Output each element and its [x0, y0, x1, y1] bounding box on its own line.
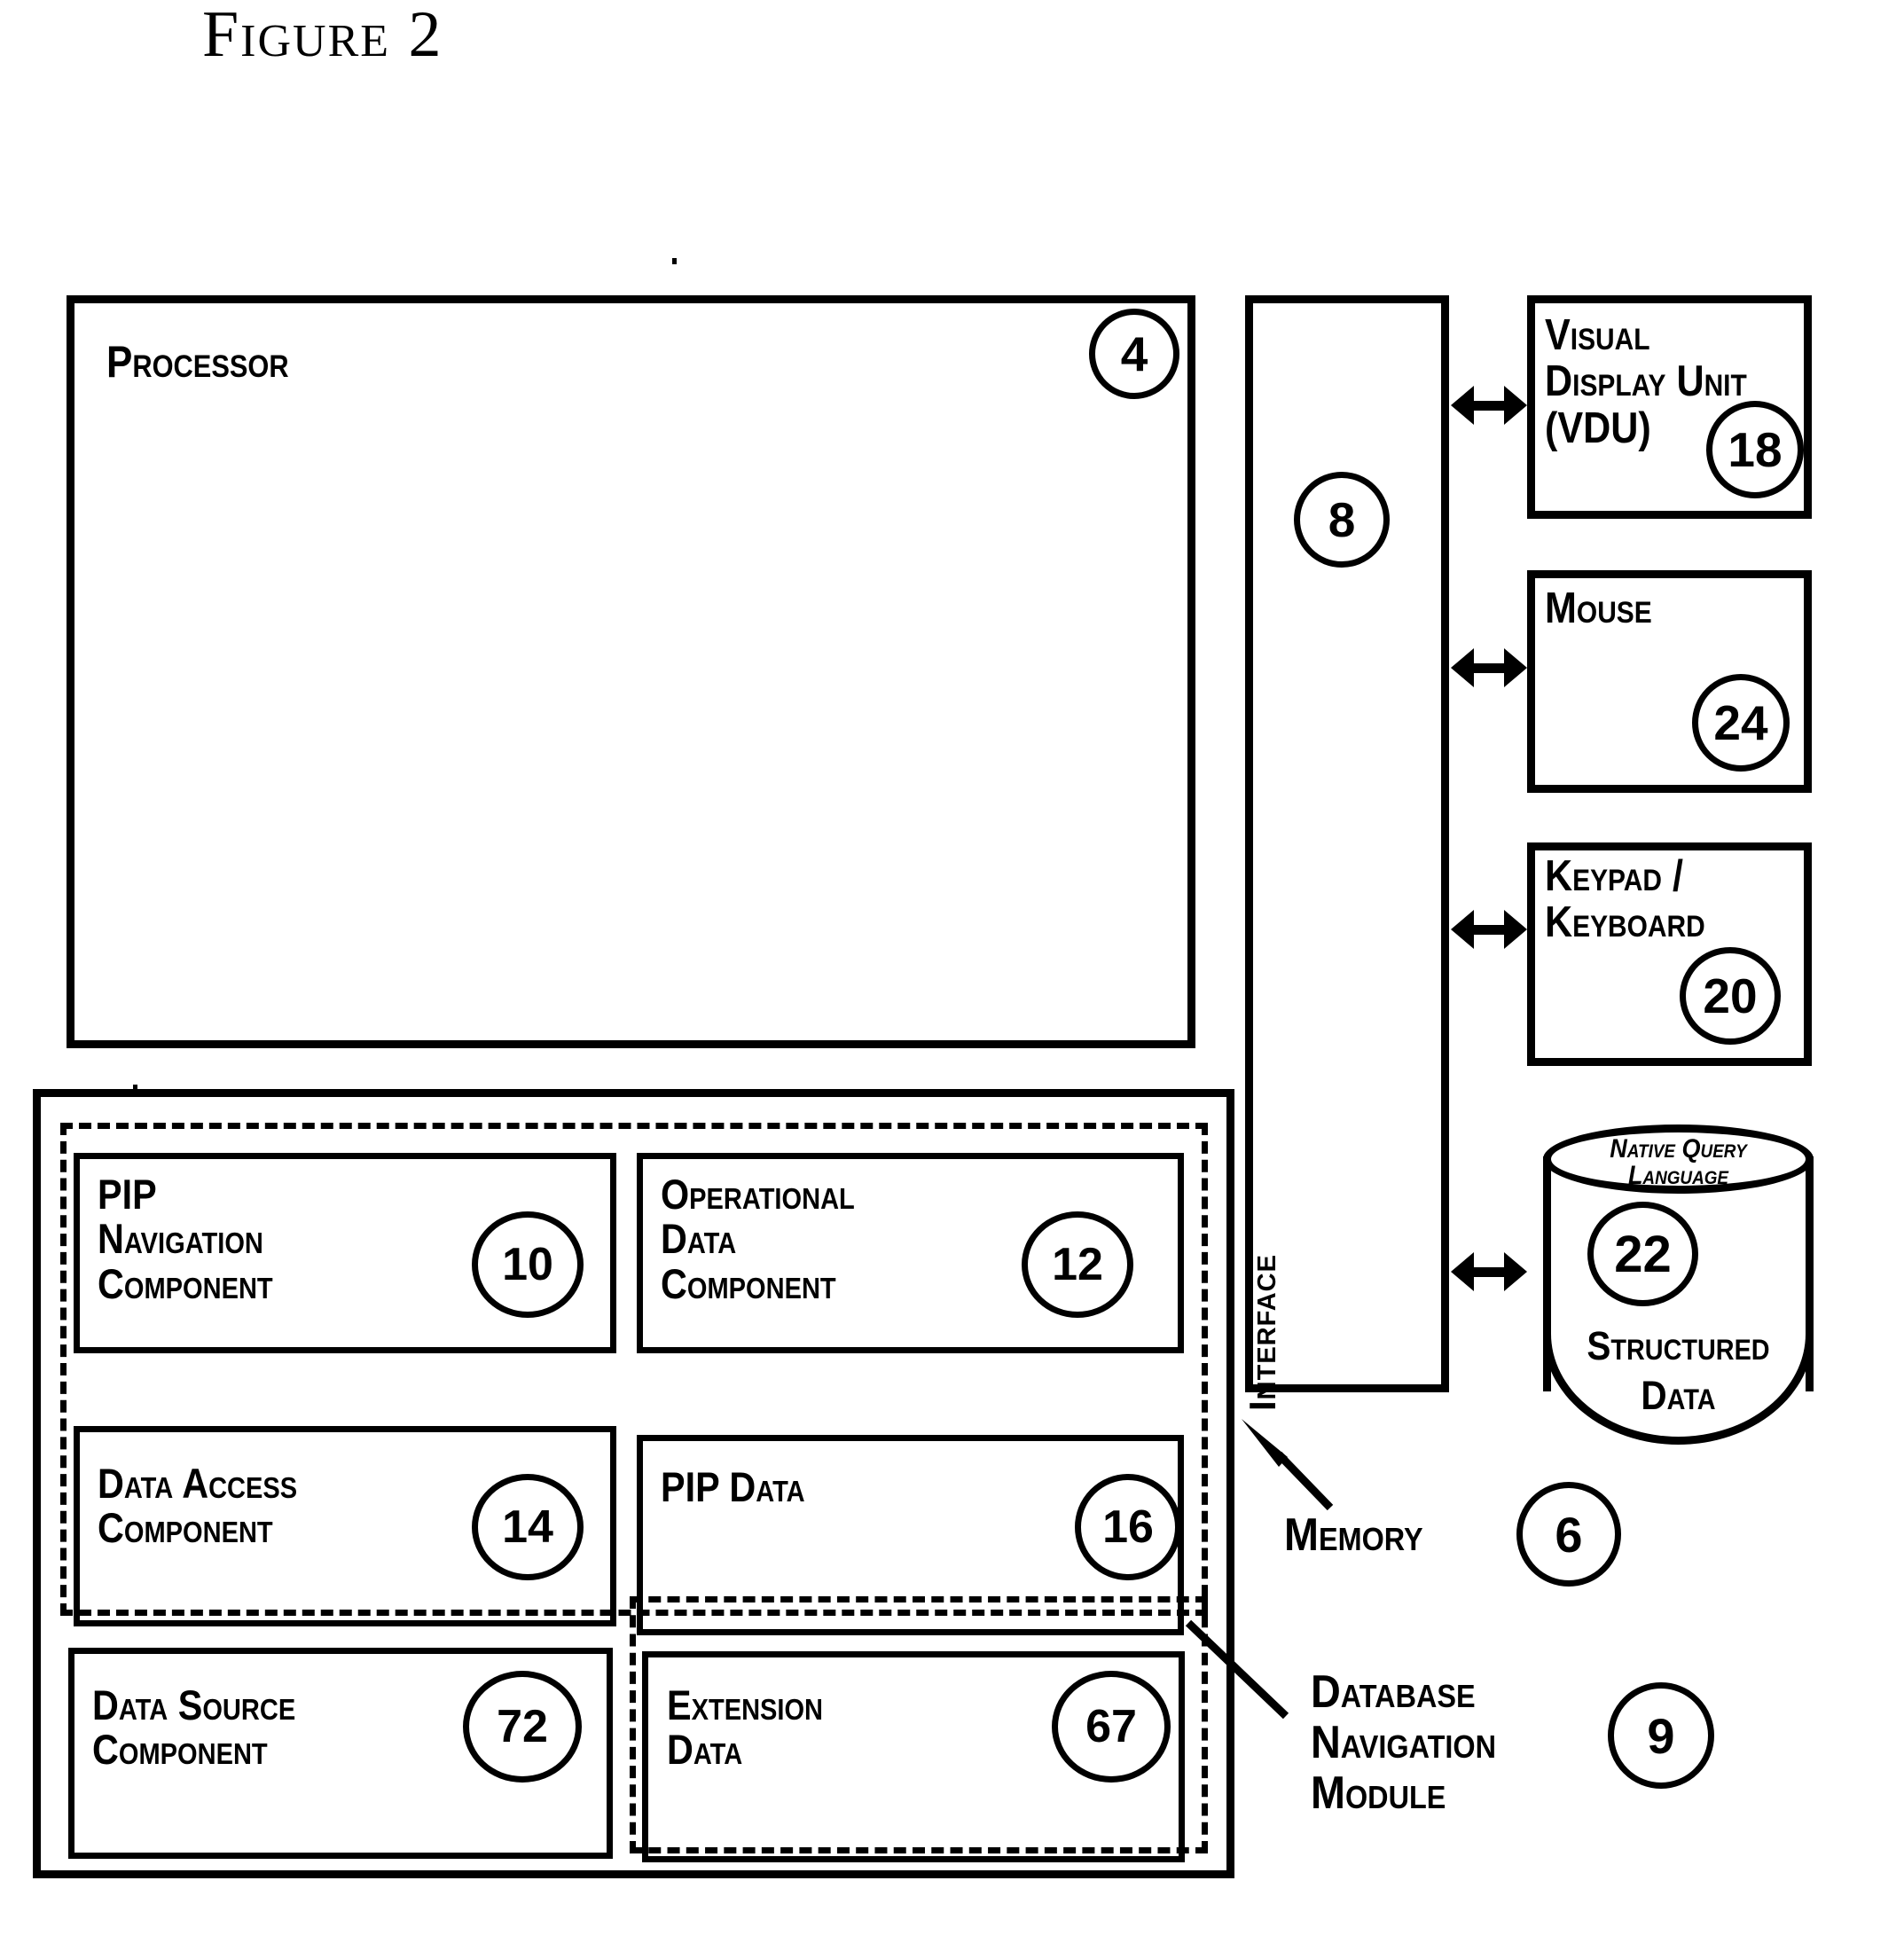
processor-label: Processor	[106, 337, 289, 387]
ref-number: 8	[1328, 492, 1356, 547]
keypad-keyboard-label: Keypad / Keyboard	[1545, 852, 1705, 947]
structured-data-label: Structured Data	[1587, 1323, 1770, 1419]
arrow-head-left	[1451, 910, 1474, 949]
ref-bubble-database-navigation-module: 9	[1608, 1682, 1714, 1789]
arrow-head-right	[1504, 910, 1527, 949]
arrow-interface-database	[1451, 1252, 1527, 1291]
ref-bubble-structured-data: 22	[1587, 1202, 1698, 1306]
ref-number: 16	[1102, 1501, 1154, 1553]
cylinder-top-ellipse: Native Query Language	[1543, 1124, 1814, 1194]
ref-number: 4	[1120, 326, 1148, 381]
arrow-head-right	[1504, 386, 1527, 425]
scan-artifact	[672, 258, 677, 264]
ref-bubble-vdu: 18	[1706, 401, 1804, 498]
ref-number: 22	[1614, 1225, 1672, 1283]
figure-title: Figure 2	[202, 0, 443, 71]
ref-bubble-processor: 4	[1089, 309, 1179, 399]
ref-number: 18	[1728, 422, 1783, 477]
ref-bubble-data-access-component: 14	[472, 1474, 584, 1580]
interface-box[interactable]	[1245, 295, 1449, 1392]
ref-number: 9	[1647, 1707, 1675, 1764]
mouse-label: Mouse	[1545, 584, 1652, 632]
arrow-shaft	[1474, 662, 1504, 673]
ref-number: 72	[497, 1701, 548, 1752]
arrow-head-right	[1504, 648, 1527, 687]
ref-number: 20	[1703, 968, 1758, 1023]
ref-number: 67	[1085, 1701, 1137, 1752]
database-navigation-module-label: Database Navigation Module	[1311, 1666, 1496, 1820]
arrow-shaft	[1474, 400, 1504, 411]
interface-label: Interface	[1242, 1254, 1283, 1411]
ref-bubble-data-source-component: 72	[463, 1671, 582, 1783]
memory-leader-line	[1242, 1419, 1334, 1511]
ref-number: 14	[502, 1501, 553, 1553]
processor-box[interactable]	[67, 295, 1195, 1048]
data-source-component-label: Data Source Component	[92, 1681, 296, 1774]
ref-bubble-pip-navigation-component: 10	[472, 1211, 584, 1318]
arrow-interface-keyboard	[1451, 910, 1527, 949]
ref-bubble-memory: 6	[1516, 1482, 1621, 1587]
database-navigation-module-leader-line	[1185, 1619, 1289, 1720]
ref-bubble-pip-data: 16	[1075, 1474, 1181, 1580]
arrow-head-right	[1504, 1252, 1527, 1291]
database-navigation-module-dashed-boundary-upper	[60, 1123, 1208, 1616]
ref-number: 10	[502, 1239, 553, 1290]
ref-bubble-extension-data: 67	[1052, 1671, 1171, 1783]
arrow-interface-vdu	[1451, 386, 1527, 425]
native-query-language-label: Native Query Language	[1610, 1134, 1747, 1190]
arrow-interface-mouse	[1451, 648, 1527, 687]
ref-number: 6	[1555, 1506, 1583, 1563]
arrow-head-left	[1451, 648, 1474, 687]
arrow-shaft	[1474, 924, 1504, 935]
arrow-shaft	[1474, 1266, 1504, 1277]
ref-number: 12	[1052, 1239, 1103, 1290]
ref-bubble-interface: 8	[1294, 472, 1390, 568]
ref-number: 24	[1713, 695, 1768, 750]
arrow-head-left	[1451, 386, 1474, 425]
ref-bubble-mouse: 24	[1692, 674, 1790, 772]
ref-bubble-operational-data-component: 12	[1022, 1211, 1133, 1318]
arrow-head-left	[1451, 1252, 1474, 1291]
ref-bubble-keypad: 20	[1680, 947, 1781, 1045]
